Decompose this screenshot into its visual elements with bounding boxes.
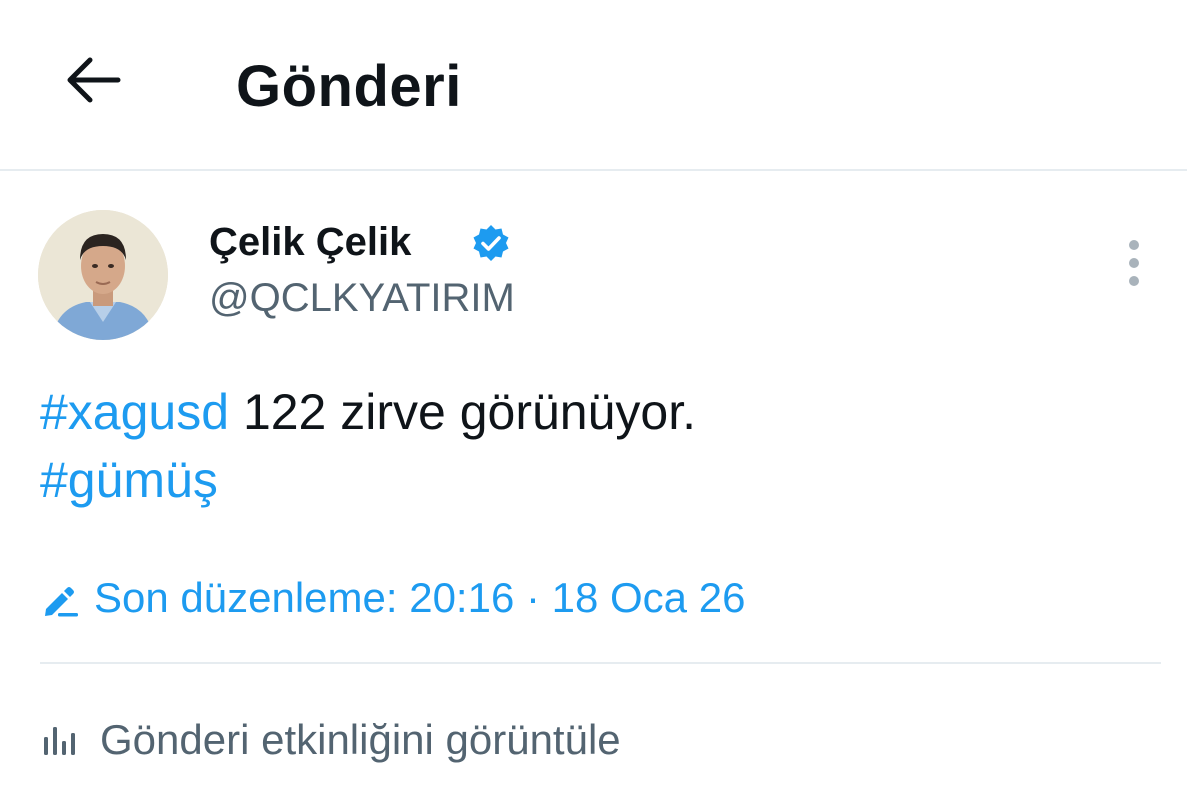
- view-post-activity-link[interactable]: Gönderi etkinliğini görüntüle: [40, 712, 621, 768]
- divider: [40, 662, 1161, 664]
- last-edited-label: Son düzenleme: 20:16 · 18 Oca 26: [94, 574, 746, 621]
- more-vertical-icon: [1129, 240, 1139, 250]
- author-display-name[interactable]: Çelik Çelik: [209, 218, 411, 266]
- verified-badge-icon: [473, 225, 509, 261]
- author-handle[interactable]: @QCLKYATIRIM: [209, 274, 515, 322]
- avatar[interactable]: [38, 210, 168, 340]
- page-title: Gönderi: [236, 54, 462, 119]
- analytics-icon: [44, 727, 75, 755]
- view-post-activity-label: Gönderi etkinliğini görüntüle: [100, 716, 621, 763]
- more-options-button[interactable]: [1112, 236, 1156, 290]
- top-bar: Gönderi: [0, 0, 1187, 171]
- profile-photo: [38, 210, 168, 340]
- tweet-body-text: 122 zirve görünüyor.: [229, 384, 696, 440]
- pencil-icon: [45, 587, 78, 617]
- last-edited-link[interactable]: Son düzenleme: 20:16 · 18 Oca 26: [40, 570, 745, 626]
- arrow-left-icon: [67, 57, 121, 103]
- hashtag-link[interactable]: #xagusd: [40, 384, 229, 440]
- tweet-text: #xagusd 122 zirve görünüyor. #gümüş: [40, 378, 1140, 514]
- hashtag-link[interactable]: #gümüş: [40, 452, 218, 508]
- back-button[interactable]: [60, 52, 124, 108]
